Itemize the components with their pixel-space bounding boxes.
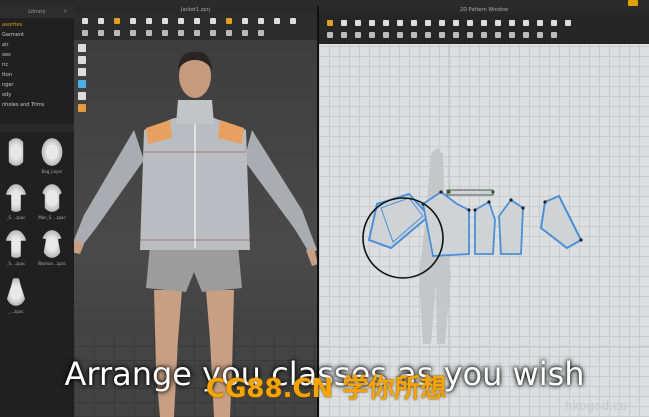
curve-icon[interactable] — [369, 20, 375, 26]
pattern-window-title: 2D Pattern Window — [460, 7, 508, 13]
select-icon[interactable] — [82, 18, 88, 24]
tool-icon[interactable] — [425, 32, 431, 38]
watermark-cn: CG88.CN 学你所想 — [206, 374, 447, 404]
thumb-caption: _S....zpac — [6, 261, 26, 266]
tool-icon[interactable] — [210, 30, 216, 36]
zipper-icon[interactable] — [565, 20, 571, 26]
seam-icon[interactable] — [439, 20, 445, 26]
pin-icon[interactable] — [130, 18, 136, 24]
tool-icon[interactable] — [369, 32, 375, 38]
library-thumb[interactable]: _S....zpac — [0, 182, 32, 222]
tool-icon[interactable] — [226, 30, 232, 36]
dart-icon[interactable] — [425, 20, 431, 26]
tool-icon[interactable] — [114, 30, 120, 36]
tree-item-buttonholes[interactable]: nholes and Trims — [0, 100, 74, 110]
library-header: Library × — [0, 6, 74, 18]
tree-item-button[interactable]: tton — [0, 70, 74, 80]
tool-icon[interactable] — [495, 32, 501, 38]
trace-icon[interactable] — [495, 20, 501, 26]
tree-item-body[interactable]: ody — [0, 90, 74, 100]
free-sew-icon[interactable] — [467, 20, 473, 26]
tree-item-garment[interactable]: Garment — [0, 30, 74, 40]
rectangle-icon[interactable] — [397, 20, 403, 26]
tool-icon[interactable] — [509, 32, 515, 38]
viewport-title: Jacket1.zprj — [180, 7, 211, 13]
light-icon[interactable] — [274, 18, 280, 24]
tool-icon[interactable] — [481, 32, 487, 38]
avatar-icon[interactable] — [194, 18, 200, 24]
library-toolbar — [0, 124, 74, 132]
tree-item-hair[interactable]: air — [0, 40, 74, 50]
camera-icon[interactable] — [258, 18, 264, 24]
simulate-icon[interactable] — [114, 18, 120, 24]
tool-icon[interactable] — [453, 32, 459, 38]
thumb-caption: Woman...zpac — [37, 261, 67, 266]
viewport-toolbar — [74, 14, 317, 40]
tree-item-shoes[interactable]: oes — [0, 50, 74, 60]
settings-icon[interactable] — [290, 18, 296, 24]
buttonhole-icon[interactable] — [551, 20, 557, 26]
tool-icon[interactable] — [397, 32, 403, 38]
library-thumb[interactable]: Man_S....zpac — [36, 182, 68, 222]
pattern-toolbar — [319, 14, 649, 44]
library-thumb[interactable]: _...zpac — [0, 276, 32, 316]
tree-item-hanger[interactable]: nger — [0, 80, 74, 90]
texture-icon[interactable] — [509, 20, 515, 26]
tool-icon[interactable] — [178, 30, 184, 36]
circle-icon[interactable] — [411, 20, 417, 26]
thumb-caption: Bag_Layer — [41, 169, 63, 174]
library-title: Library — [28, 9, 46, 15]
move-icon[interactable] — [98, 18, 104, 24]
tree-item-fabric[interactable]: ric — [0, 60, 74, 70]
tool-icon[interactable] — [194, 30, 200, 36]
tool-icon[interactable] — [82, 30, 88, 36]
transform-icon[interactable] — [341, 20, 347, 26]
tool-icon[interactable] — [355, 32, 361, 38]
tool-icon[interactable] — [411, 32, 417, 38]
watermark-url: hkogad.co — [565, 399, 627, 413]
tool-icon[interactable] — [551, 32, 557, 38]
library-thumb[interactable]: Woman...zpac — [36, 228, 68, 268]
tree-item-favorites[interactable]: avorites — [0, 20, 74, 30]
tool-icon[interactable] — [98, 30, 104, 36]
measure-icon[interactable] — [178, 18, 184, 24]
tack-icon[interactable] — [146, 18, 152, 24]
tool-icon[interactable] — [523, 32, 529, 38]
tool-icon[interactable] — [242, 30, 248, 36]
tool-icon[interactable] — [146, 30, 152, 36]
tool-icon[interactable] — [258, 30, 264, 36]
tool-icon[interactable] — [467, 32, 473, 38]
thumb-caption: _...zpac — [8, 309, 24, 314]
tool-icon[interactable] — [327, 32, 333, 38]
point-icon[interactable] — [355, 20, 361, 26]
viewport-title-bar: Jacket1.zprj — [74, 6, 317, 14]
thumb-caption: _S....zpac — [6, 215, 26, 220]
edit-pattern-icon[interactable] — [327, 20, 333, 26]
library-tree: avorites Garment air oes ric tton nger o… — [0, 20, 74, 110]
garment-icon[interactable] — [226, 18, 232, 24]
texture-icon[interactable] — [210, 18, 216, 24]
fold-icon[interactable] — [481, 20, 487, 26]
library-thumb[interactable]: Bag_Layer — [36, 136, 68, 176]
tool-icon[interactable] — [537, 32, 543, 38]
segment-icon[interactable] — [453, 20, 459, 26]
tool-icon[interactable] — [383, 32, 389, 38]
library-thumb[interactable]: _S....zpac — [0, 228, 32, 268]
button-icon[interactable] — [537, 20, 543, 26]
render-icon[interactable] — [242, 18, 248, 24]
close-icon[interactable]: × — [63, 6, 68, 18]
tool-icon[interactable] — [341, 32, 347, 38]
tool-icon[interactable] — [439, 32, 445, 38]
graphic-icon[interactable] — [523, 20, 529, 26]
tool-icon[interactable] — [130, 30, 136, 36]
library-thumb[interactable] — [0, 136, 32, 176]
polygon-icon[interactable] — [383, 20, 389, 26]
pattern-window-title-bar: 2D Pattern Window — [319, 6, 649, 14]
tool-icon[interactable] — [162, 30, 168, 36]
thumb-caption: Man_S....zpac — [38, 215, 66, 220]
fold-icon[interactable] — [162, 18, 168, 24]
